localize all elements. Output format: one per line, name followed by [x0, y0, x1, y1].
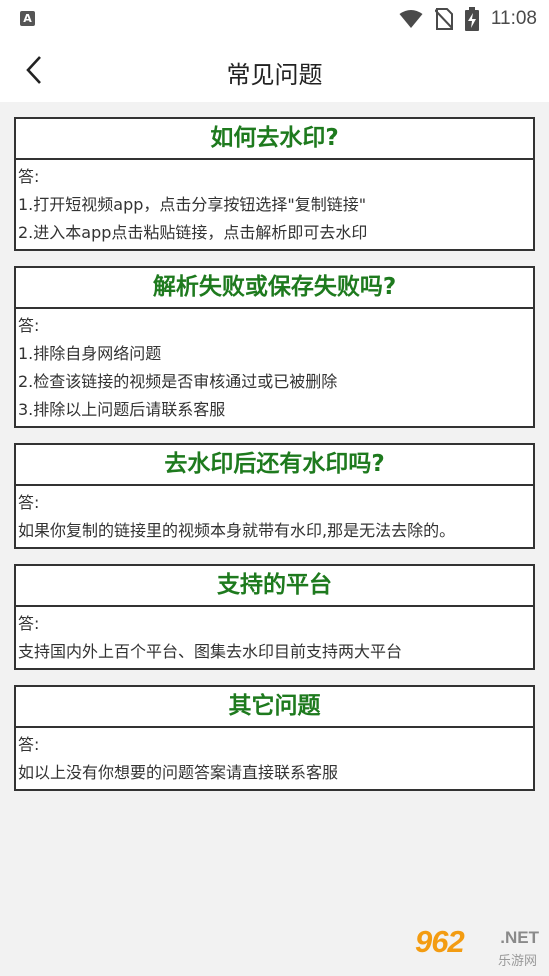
answer-line: 1.打开短视频app，点击分享按钮选择"复制链接" — [18, 195, 367, 214]
answer-label: 答: — [18, 316, 40, 335]
watermark-number: 962 — [415, 924, 465, 959]
faq-answer: 答: 1.打开短视频app，点击分享按钮选择"复制链接" 2.进入本app点击粘… — [16, 160, 533, 249]
answer-label: 答: — [18, 493, 40, 512]
clock: 11:08 — [490, 8, 537, 29]
answer-line: 1.排除自身网络问题 — [18, 344, 162, 363]
faq-card: 解析失败或保存失败吗? 答: 1.排除自身网络问题 2.检查该链接的视频是否审核… — [14, 266, 535, 428]
battery-charging-icon — [464, 7, 479, 31]
no-sim-icon — [434, 8, 453, 30]
faq-question: 如何去水印? — [16, 119, 533, 160]
answer-line: 支持国内外上百个平台、图集去水印目前支持两大平台 — [18, 642, 403, 661]
watermark-net: .NET — [500, 928, 539, 947]
faq-question: 其它问题 — [16, 687, 533, 728]
page-title: 常见问题 — [226, 61, 323, 89]
app-bar: 常见问题 — [0, 38, 549, 102]
status-bar: A 11:08 — [0, 0, 549, 38]
watermark-subtitle: 乐游网 — [497, 954, 537, 969]
answer-label: 答: — [18, 735, 40, 754]
status-icons: 11:08 — [399, 6, 537, 32]
faq-card: 其它问题 答: 如以上没有你想要的问题答案请直接联系客服 — [14, 685, 535, 791]
faq-card: 如何去水印? 答: 1.打开短视频app，点击分享按钮选择"复制链接" 2.进入… — [14, 117, 535, 251]
app-notification-icon: A — [20, 11, 35, 26]
answer-line: 3.排除以上问题后请联系客服 — [18, 400, 226, 419]
faq-card: 去水印后还有水印吗? 答: 如果你复制的链接里的视频本身就带有水印,那是无法去除… — [14, 443, 535, 549]
faq-card: 支持的平台 答: 支持国内外上百个平台、图集去水印目前支持两大平台 — [14, 564, 535, 670]
answer-line: 2.进入本app点击粘贴链接，点击解析即可去水印 — [18, 223, 368, 242]
faq-question: 去水印后还有水印吗? — [16, 445, 533, 486]
answer-line: 如以上没有你想要的问题答案请直接联系客服 — [18, 763, 339, 782]
faq-answer: 答: 如以上没有你想要的问题答案请直接联系客服 — [16, 728, 533, 789]
site-watermark: 962 .NET 乐游网 — [405, 924, 541, 970]
faq-list: 如何去水印? 答: 1.打开短视频app，点击分享按钮选择"复制链接" 2.进入… — [14, 117, 535, 806]
answer-line: 2.检查该链接的视频是否审核通过或已被删除 — [18, 372, 338, 391]
faq-question: 支持的平台 — [16, 566, 533, 607]
faq-answer: 答: 如果你复制的链接里的视频本身就带有水印,那是无法去除的。 — [16, 486, 533, 547]
faq-question: 解析失败或保存失败吗? — [16, 268, 533, 309]
answer-label: 答: — [18, 167, 40, 186]
wifi-icon — [399, 10, 423, 28]
answer-line: 如果你复制的链接里的视频本身就带有水印,那是无法去除的。 — [18, 521, 456, 540]
faq-answer: 答: 支持国内外上百个平台、图集去水印目前支持两大平台 — [16, 607, 533, 668]
answer-label: 答: — [18, 614, 40, 633]
faq-answer: 答: 1.排除自身网络问题 2.检查该链接的视频是否审核通过或已被删除 3.排除… — [16, 309, 533, 426]
